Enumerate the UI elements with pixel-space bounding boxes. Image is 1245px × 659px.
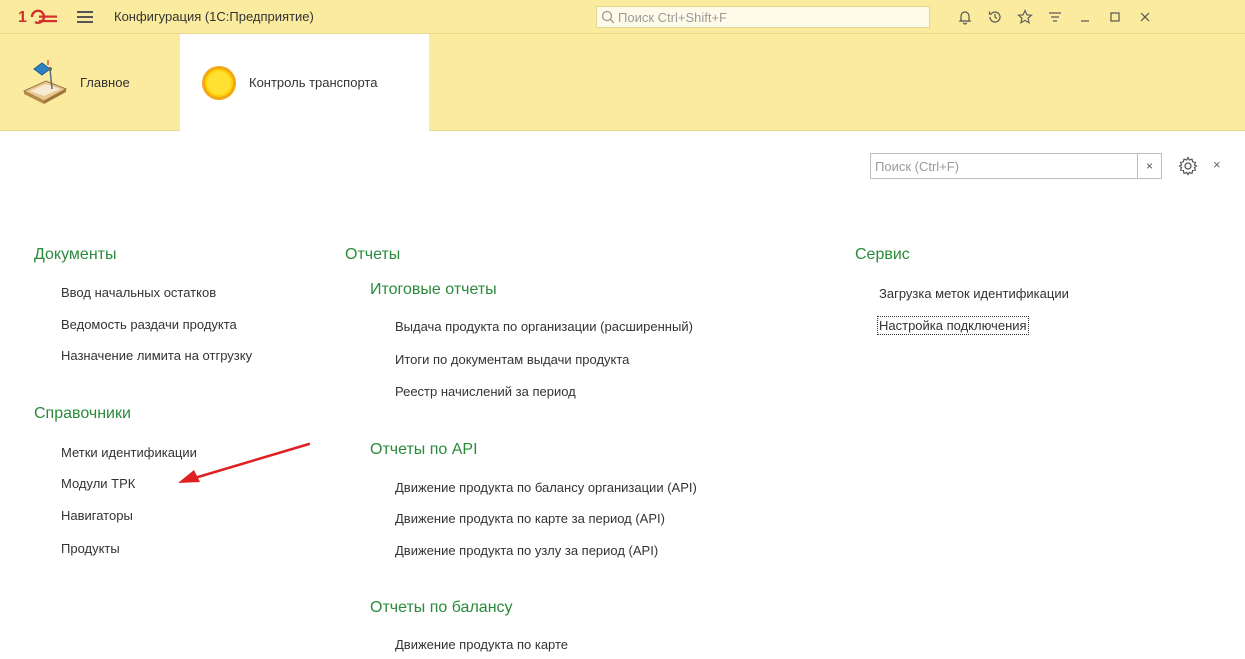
history-icon[interactable] bbox=[980, 6, 1010, 28]
panel-search-input[interactable]: Поиск (Ctrl+F) × bbox=[870, 153, 1162, 179]
nav-item-report-api-card-period[interactable]: Движение продукта по карте за период (AP… bbox=[395, 511, 665, 526]
nav-item-report-issue-totals[interactable]: Итоги по документам выдачи продукта bbox=[395, 352, 629, 367]
section-transport-control-label: Контроль транспорта bbox=[249, 75, 378, 90]
nav-item-report-api-node-period[interactable]: Движение продукта по узлу за период (API… bbox=[395, 543, 658, 558]
minimize-icon[interactable] bbox=[1070, 6, 1100, 28]
nav-item-report-issue-by-org[interactable]: Выдача продукта по организации (расширен… bbox=[395, 319, 693, 334]
search-icon bbox=[601, 10, 615, 24]
nav-item-report-card-movement[interactable]: Движение продукта по карте bbox=[395, 637, 568, 652]
star-icon[interactable] bbox=[1010, 6, 1040, 28]
nav-item-shipment-limit[interactable]: Назначение лимита на отгрузку bbox=[61, 348, 252, 363]
panel-search-placeholder: Поиск (Ctrl+F) bbox=[875, 158, 960, 174]
app-title: Конфигурация (1С:Предприятие) bbox=[114, 9, 314, 24]
main-menu-icon[interactable] bbox=[77, 9, 93, 25]
maximize-icon[interactable] bbox=[1100, 6, 1130, 28]
nav-item-report-accruals-register[interactable]: Реестр начислений за период bbox=[395, 384, 576, 399]
subgroup-api-reports-title: Отчеты по API bbox=[370, 441, 478, 458]
nav-item-report-api-org-balance[interactable]: Движение продукта по балансу организации… bbox=[395, 480, 697, 495]
gear-icon[interactable] bbox=[1177, 155, 1199, 177]
subgroup-balance-reports-title: Отчеты по балансу bbox=[370, 599, 513, 616]
clear-search-icon[interactable]: × bbox=[1137, 154, 1161, 178]
global-search-input[interactable]: Поиск Ctrl+Shift+F bbox=[596, 6, 930, 28]
section-panel: Главное Контроль транспорта bbox=[0, 34, 1245, 131]
close-panel-icon[interactable]: × bbox=[1213, 157, 1221, 172]
nav-item-initial-balances[interactable]: Ввод начальных остатков bbox=[61, 285, 216, 300]
title-bar: 1 Конфигурация (1С:Предприятие) Поиск Ct… bbox=[0, 0, 1245, 34]
bell-icon[interactable] bbox=[950, 6, 980, 28]
1c-logo[interactable]: 1 bbox=[18, 8, 58, 26]
group-service-title: Сервис bbox=[855, 246, 910, 263]
group-reports-title: Отчеты bbox=[345, 246, 401, 263]
section-main-label: Главное bbox=[80, 74, 130, 90]
section-main[interactable]: Главное bbox=[0, 34, 180, 130]
close-icon[interactable] bbox=[1130, 6, 1160, 28]
nav-item-navigators[interactable]: Навигаторы bbox=[61, 508, 133, 523]
group-documents-title: Документы bbox=[34, 246, 117, 263]
group-catalogs-title: Справочники bbox=[34, 405, 131, 422]
section-transport-control[interactable]: Контроль транспорта bbox=[180, 34, 429, 131]
subgroup-summary-reports-title: Итоговые отчеты bbox=[370, 281, 497, 298]
nav-item-trk-modules[interactable]: Модули ТРК bbox=[61, 476, 135, 491]
nav-item-load-tags[interactable]: Загрузка меток идентификации bbox=[879, 286, 1069, 301]
menu-more-icon[interactable] bbox=[1040, 6, 1070, 28]
desk-lamp-icon bbox=[22, 60, 68, 104]
nav-item-products[interactable]: Продукты bbox=[61, 541, 120, 556]
svg-text:1: 1 bbox=[18, 9, 27, 26]
yellow-circle-icon bbox=[202, 65, 236, 100]
nav-item-distribution-statement[interactable]: Ведомость раздачи продукта bbox=[61, 317, 237, 332]
global-search-placeholder: Поиск Ctrl+Shift+F bbox=[618, 9, 727, 25]
annotation-arrow bbox=[178, 442, 311, 483]
nav-item-connection-settings[interactable]: Настройка подключения bbox=[877, 316, 1029, 335]
